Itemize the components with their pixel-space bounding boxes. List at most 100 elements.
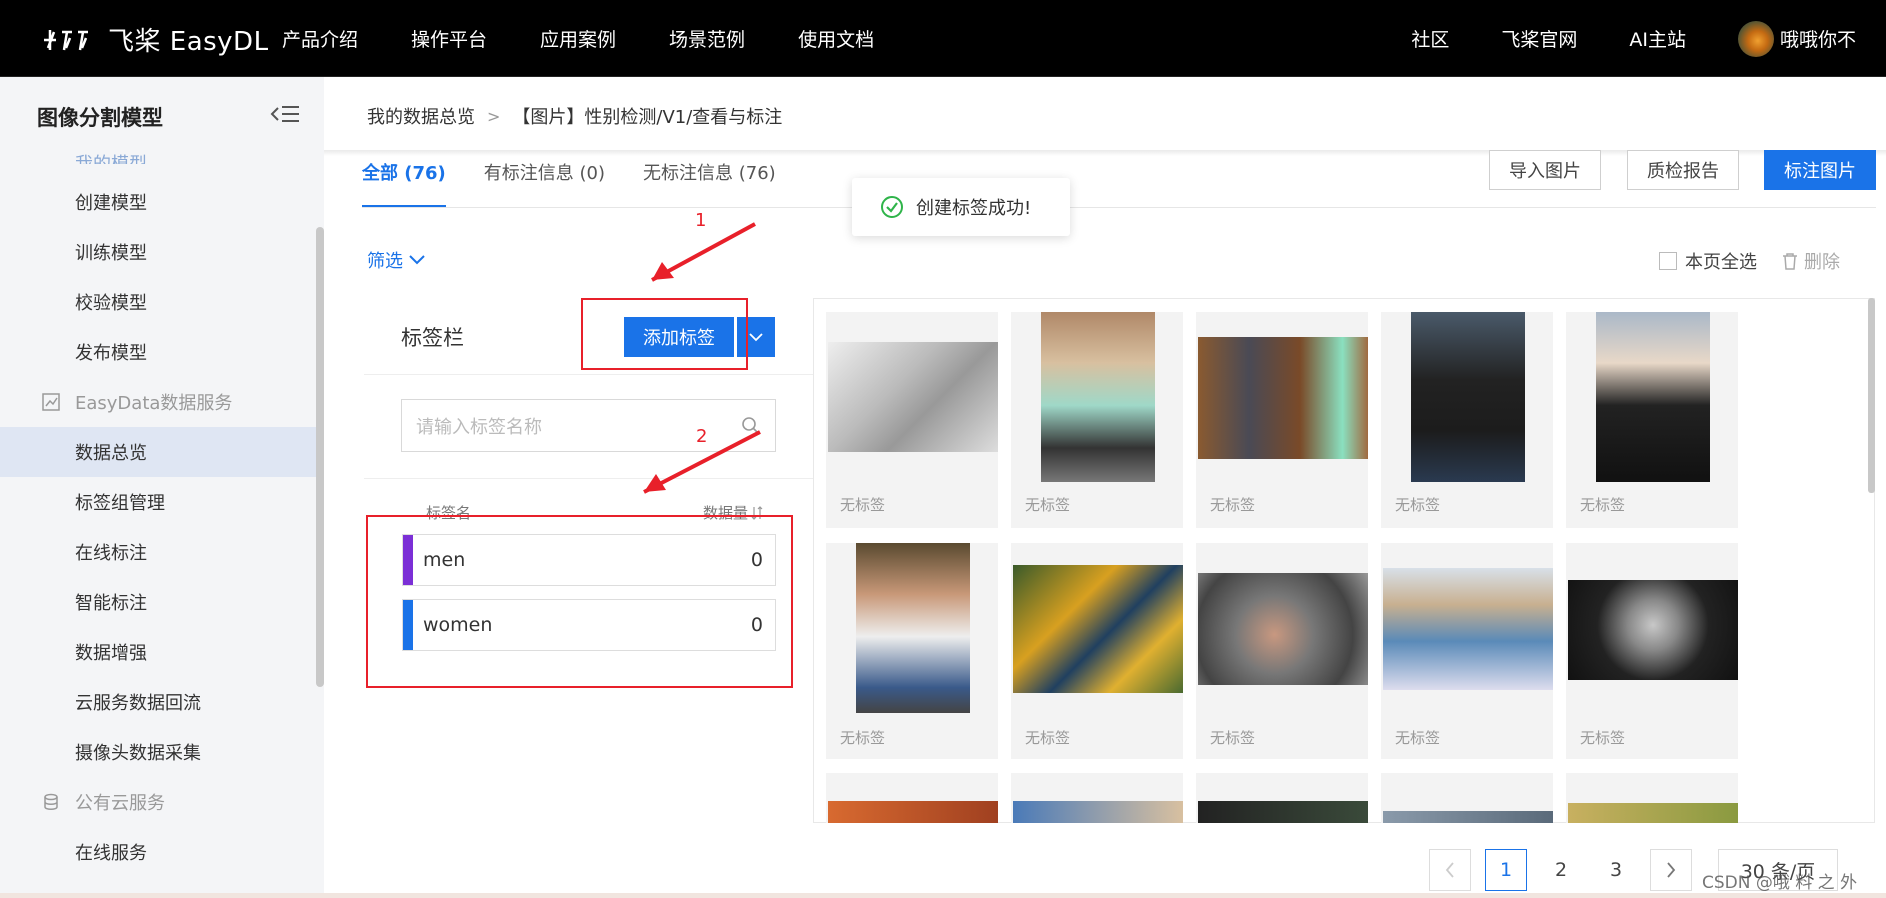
image-thumbnail[interactable]: [1013, 801, 1183, 823]
image-caption: 无标签: [1210, 729, 1256, 747]
sidebar-item-label-groups[interactable]: 标签组管理: [0, 477, 316, 527]
image-card[interactable]: 无标签: [1381, 312, 1553, 528]
image-card[interactable]: [1011, 773, 1183, 823]
sidebar-item-validate-model[interactable]: 校验模型: [0, 277, 316, 327]
sidebar-group-public-cloud[interactable]: 公有云服务: [0, 777, 316, 827]
sidebar-item-label: 标签组管理: [75, 493, 165, 514]
sidebar-item-train-model[interactable]: 训练模型: [0, 227, 316, 277]
sidebar-item-data-augment[interactable]: 数据增强: [0, 627, 316, 677]
tab-all[interactable]: 全部 (76): [362, 156, 446, 208]
sidebar-item-my-models[interactable]: 我的模型: [0, 134, 316, 164]
nav-docs[interactable]: 使用文档: [798, 25, 874, 52]
sidebar-item-label: 在线标注: [75, 543, 147, 564]
user-menu[interactable]: 哦哦你不: [1737, 20, 1856, 57]
chevron-left-icon: [1445, 862, 1454, 878]
image-thumbnail[interactable]: [1383, 811, 1553, 823]
collapse-menu-icon[interactable]: [270, 104, 300, 124]
image-card[interactable]: [1381, 773, 1553, 823]
sidebar-item-label: 我的模型: [75, 150, 147, 164]
sidebar: 图像分割模型 我的模型 创建模型 训练模型 校验模型 发布模型 EasyData…: [0, 77, 324, 898]
sidebar-item-data-overview[interactable]: 数据总览: [0, 427, 316, 477]
image-thumbnail[interactable]: [828, 801, 998, 823]
image-thumbnail[interactable]: [828, 342, 998, 452]
logo[interactable]: 飞桨 EasyDL: [42, 22, 269, 57]
image-card[interactable]: [1566, 773, 1738, 823]
username: 哦哦你不: [1779, 29, 1856, 51]
nav-community[interactable]: 社区: [1411, 25, 1449, 52]
sidebar-item-cloud-reflow[interactable]: 云服务数据回流: [0, 677, 316, 727]
annotation-number-2: 2: [696, 426, 708, 447]
delete-button[interactable]: 删除: [1782, 248, 1840, 274]
page-3-button[interactable]: 3: [1595, 849, 1637, 891]
sidebar-item-label: 摄像头数据采集: [75, 743, 201, 764]
image-card[interactable]: 无标签: [1381, 543, 1553, 759]
sidebar-item-label: 智能标注: [75, 593, 147, 614]
image-card[interactable]: 无标签: [826, 543, 998, 759]
annotation-box-2: [366, 515, 793, 688]
sidebar-item-online-annotate[interactable]: 在线标注: [0, 527, 316, 577]
image-thumbnail[interactable]: [1198, 801, 1368, 823]
top-navbar: 飞桨 EasyDL 产品介绍 操作平台 应用案例 场景范例 使用文档 社区 飞桨…: [0, 0, 1886, 77]
nav-product[interactable]: 产品介绍: [282, 25, 358, 52]
image-thumbnail[interactable]: [1596, 312, 1710, 482]
tab-labeled[interactable]: 有标注信息 (0): [484, 156, 605, 208]
image-thumbnail[interactable]: [1411, 312, 1525, 482]
breadcrumb-current: 【图片】性别检测/V1/查看与标注: [512, 107, 783, 128]
image-thumbnail[interactable]: [1383, 568, 1553, 690]
nav-paddle-site[interactable]: 飞桨官网: [1501, 25, 1577, 52]
image-thumbnail[interactable]: [1198, 573, 1368, 685]
search-placeholder: 请输入标签名称: [416, 416, 542, 438]
image-thumbnail[interactable]: [1568, 580, 1738, 680]
image-thumbnail[interactable]: [1198, 337, 1368, 459]
nav-ai-site[interactable]: AI主站: [1629, 25, 1686, 52]
image-card[interactable]: [1196, 773, 1368, 823]
nav-scenarios[interactable]: 场景范例: [669, 25, 745, 52]
tab-unlabeled[interactable]: 无标注信息 (76): [643, 156, 776, 208]
sidebar-scrollbar[interactable]: [316, 227, 324, 687]
image-thumbnail[interactable]: [1013, 565, 1183, 693]
breadcrumb-root[interactable]: 我的数据总览: [367, 103, 475, 129]
bottom-strip: [0, 893, 1886, 898]
image-card[interactable]: 无标签: [1196, 543, 1368, 759]
image-card[interactable]: 无标签: [1011, 312, 1183, 528]
sidebar-item-smart-annotate[interactable]: 智能标注: [0, 577, 316, 627]
image-thumbnail[interactable]: [856, 543, 970, 713]
image-card[interactable]: 无标签: [1011, 543, 1183, 759]
select-all-checkbox[interactable]: [1659, 252, 1677, 270]
prev-page-button[interactable]: [1429, 849, 1471, 891]
sidebar-item-label: 发布模型: [75, 343, 147, 364]
import-images-button[interactable]: 导入图片: [1489, 150, 1601, 190]
image-thumbnail[interactable]: [1568, 803, 1738, 823]
page-1-button[interactable]: 1: [1485, 849, 1527, 891]
image-thumbnail[interactable]: [1041, 312, 1155, 482]
next-page-button[interactable]: [1650, 849, 1692, 891]
page-2-button[interactable]: 2: [1540, 849, 1582, 891]
image-card[interactable]: 无标签: [826, 312, 998, 528]
sidebar-item-camera-capture[interactable]: 摄像头数据采集: [0, 727, 316, 777]
sidebar-item-online-service[interactable]: 在线服务: [0, 827, 316, 877]
annotation-box-1: [581, 298, 748, 370]
sidebar-item-create-model[interactable]: 创建模型: [0, 177, 316, 227]
image-grid-scrollbar[interactable]: [1868, 298, 1875, 493]
sidebar-item-label: 在线服务: [75, 843, 147, 864]
nav-platform[interactable]: 操作平台: [411, 25, 487, 52]
image-card[interactable]: 无标签: [1566, 312, 1738, 528]
image-card[interactable]: 无标签: [1196, 312, 1368, 528]
quality-report-button[interactable]: 质检报告: [1627, 150, 1739, 190]
nav-cases[interactable]: 应用案例: [540, 25, 616, 52]
filter-tabs: 全部 (76) 有标注信息 (0) 无标注信息 (76): [362, 156, 814, 208]
select-all-page[interactable]: 本页全选: [1659, 248, 1757, 274]
image-card[interactable]: 无标签: [1566, 543, 1738, 759]
sidebar-title: 图像分割模型: [37, 106, 163, 130]
sidebar-item-publish-model[interactable]: 发布模型: [0, 327, 316, 377]
image-caption: 无标签: [1025, 729, 1071, 747]
annotation-number-1: 1: [695, 210, 707, 231]
right-nav: 社区 飞桨官网 AI主站 哦哦你不: [1411, 0, 1886, 77]
annotate-images-button[interactable]: 标注图片: [1764, 150, 1876, 190]
sidebar-group-easydata[interactable]: EasyData数据服务: [0, 377, 316, 427]
image-card[interactable]: [826, 773, 998, 823]
image-caption: 无标签: [1025, 496, 1071, 514]
image-caption: 无标签: [840, 496, 886, 514]
filter-toggle[interactable]: 筛选: [367, 247, 425, 273]
chevron-right-icon: [1667, 862, 1676, 878]
